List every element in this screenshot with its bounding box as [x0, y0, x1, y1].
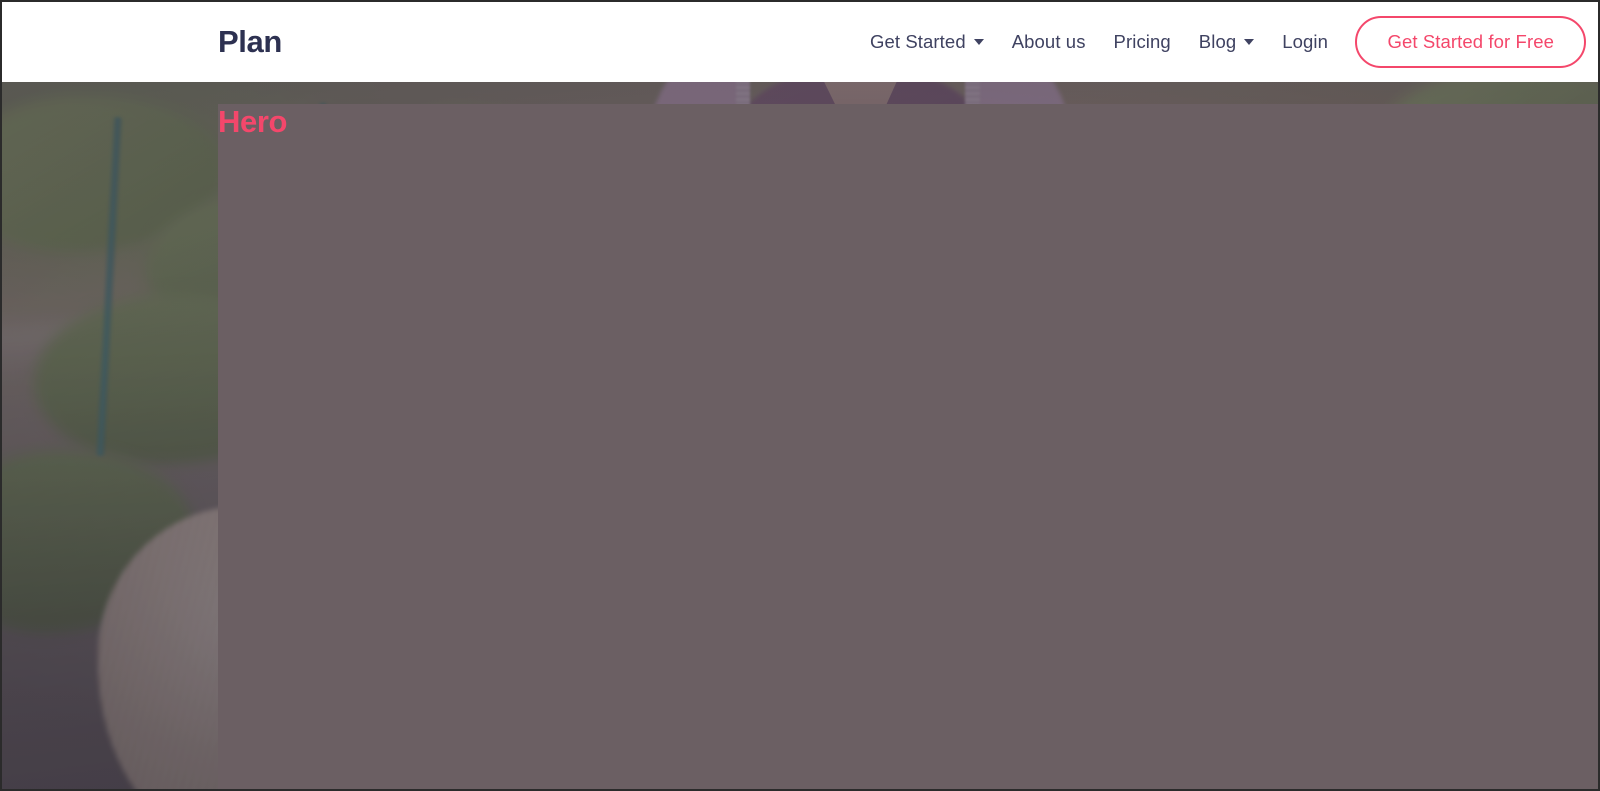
- header-get-started-free-button[interactable]: Get Started for Free: [1355, 16, 1586, 68]
- logo-planhero[interactable]: Plan Hero: [218, 24, 1598, 789]
- nav-item-login[interactable]: Login: [1268, 25, 1342, 59]
- nav-item-blog[interactable]: Blog: [1185, 25, 1268, 59]
- logo-text-hero: Hero: [218, 104, 1598, 789]
- logo-text-plan: Plan: [218, 24, 282, 59]
- chevron-down-icon: [973, 39, 984, 45]
- nav-item-blog-label: Blog: [1198, 31, 1237, 52]
- nav-item-get-started-label: Get Started: [870, 31, 966, 52]
- nav-item-about-us[interactable]: About us: [998, 25, 1100, 59]
- nav-item-about-us-label: About us: [1011, 31, 1086, 52]
- main-navigation: Get Started About us Pricing Blog Login: [856, 25, 1342, 59]
- nav-item-pricing[interactable]: Pricing: [1100, 25, 1185, 59]
- nav-item-pricing-label: Pricing: [1113, 31, 1171, 52]
- browser-page: Plan Hero Get Started About us Pricing Bl…: [0, 0, 1600, 791]
- nav-item-login-label: Login: [1282, 31, 1328, 52]
- site-header: Plan Hero Get Started About us Pricing Bl…: [2, 2, 1598, 789]
- chevron-down-icon: [1244, 39, 1255, 45]
- nav-item-get-started[interactable]: Get Started: [856, 25, 998, 59]
